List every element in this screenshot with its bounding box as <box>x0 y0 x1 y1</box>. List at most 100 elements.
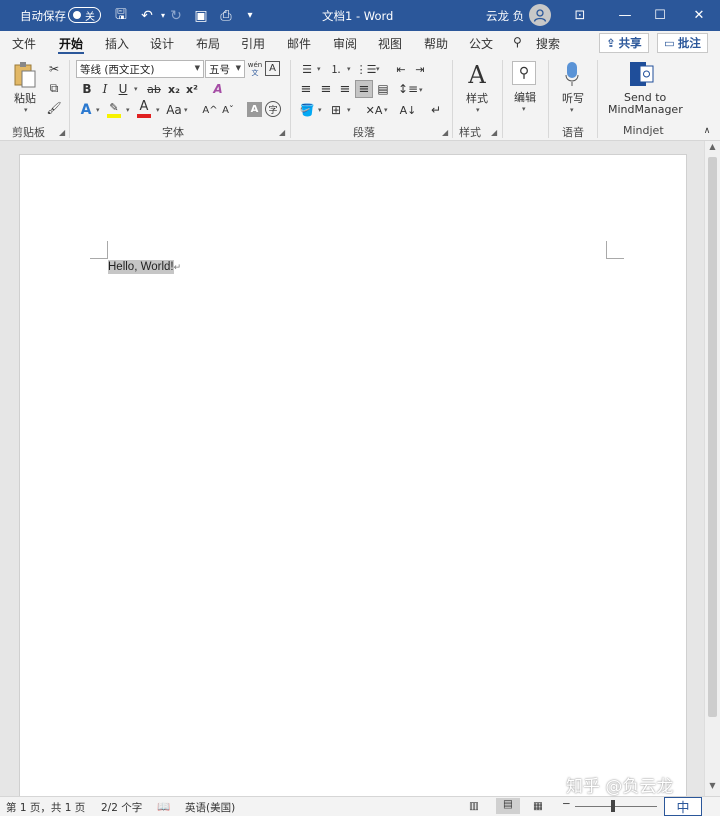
zoom-slider[interactable] <box>575 806 657 807</box>
print-layout-icon[interactable]: ▤ <box>496 798 520 814</box>
styles-dropdown-icon[interactable]: ▾ <box>476 106 480 114</box>
font-size-select[interactable]: 五号 ▼ <box>205 60 245 78</box>
line-spacing-icon[interactable]: ↕≡ <box>398 81 418 97</box>
styles-icon[interactable]: A <box>463 61 491 89</box>
share-button[interactable]: ⇪ 共享 <box>599 33 649 53</box>
grow-font-button[interactable]: A^ <box>202 101 218 119</box>
redo-icon[interactable]: ↻ <box>167 0 185 31</box>
tab-design[interactable]: 设计 <box>150 35 174 52</box>
scrollbar-thumb[interactable] <box>708 157 717 717</box>
align-right-icon[interactable]: ≡ <box>337 81 353 97</box>
highlight-icon[interactable]: ✎ <box>106 99 122 119</box>
highlight-dropdown-icon[interactable]: ▾ <box>126 106 130 114</box>
line-spacing-dropdown-icon[interactable]: ▾ <box>419 86 423 94</box>
search-icon[interactable]: ⚲ <box>513 35 522 49</box>
chinese-layout-dropdown-icon[interactable]: ▾ <box>384 106 388 114</box>
character-border-icon[interactable]: A <box>265 61 280 76</box>
paragraph-launcher-icon[interactable]: ◢ <box>442 128 448 137</box>
ribbon-display-options-icon[interactable]: ⊡ <box>570 0 590 31</box>
change-case-dropdown-icon[interactable]: ▾ <box>184 106 188 114</box>
format-painter-icon[interactable]: 🖌 <box>46 100 62 116</box>
underline-button[interactable]: U <box>116 81 130 97</box>
tab-gongwen[interactable]: 公文 <box>469 35 493 52</box>
bullets-dropdown-icon[interactable]: ▾ <box>317 65 321 73</box>
tab-review[interactable]: 审阅 <box>333 35 357 52</box>
word-count[interactable]: 2/2 个字 <box>101 800 142 815</box>
ime-indicator[interactable]: 中 <box>664 797 702 816</box>
justify-icon[interactable]: ≡ <box>355 80 373 98</box>
tab-insert[interactable]: 插入 <box>105 35 129 52</box>
multilevel-dropdown-icon[interactable]: ▾ <box>376 65 380 73</box>
align-left-icon[interactable]: ≡ <box>298 81 314 97</box>
document-area[interactable]: Hello, World!↵ <box>0 141 704 796</box>
document-page[interactable]: Hello, World!↵ <box>19 154 687 796</box>
read-mode-icon[interactable]: ▥ <box>469 800 479 812</box>
distributed-icon[interactable]: ▤ <box>375 81 391 97</box>
paste-label[interactable]: 粘贴 <box>14 90 36 106</box>
paste-icon[interactable] <box>12 61 38 89</box>
font-color-icon[interactable]: A <box>136 99 152 119</box>
underline-dropdown-icon[interactable]: ▾ <box>134 85 138 93</box>
scroll-down-icon[interactable]: ▼ <box>705 781 720 795</box>
vertical-scrollbar[interactable]: ▲ ▼ <box>704 141 720 796</box>
enclose-characters-icon[interactable]: 字 <box>265 101 281 117</box>
zoom-slider-thumb[interactable] <box>611 800 615 812</box>
paste-dropdown-icon[interactable]: ▾ <box>24 106 28 114</box>
font-color-dropdown-icon[interactable]: ▾ <box>156 106 160 114</box>
shrink-font-button[interactable]: Aˇ <box>220 101 236 119</box>
multilevel-list-icon[interactable]: ⋮☰ <box>356 61 377 77</box>
close-icon[interactable]: ✕ <box>689 0 709 31</box>
microphone-icon[interactable] <box>562 60 582 88</box>
tab-mailings[interactable]: 邮件 <box>287 35 311 52</box>
tab-layout[interactable]: 布局 <box>196 35 220 52</box>
tab-file[interactable]: 文件 <box>12 35 36 52</box>
customize-qat-icon[interactable]: ▾ <box>241 0 259 31</box>
bullets-icon[interactable]: ☰ <box>298 61 316 77</box>
font-name-select[interactable]: 等线 (西文正文) ▼ <box>76 60 204 78</box>
editing-label[interactable]: 编辑 <box>514 89 536 105</box>
scroll-up-icon[interactable]: ▲ <box>705 142 720 156</box>
borders-dropdown-icon[interactable]: ▾ <box>347 106 351 114</box>
search-label[interactable]: 搜索 <box>536 35 560 52</box>
autosave-toggle[interactable]: 关 <box>68 7 101 23</box>
borders-icon[interactable]: ⊞ <box>328 101 344 119</box>
proofing-icon[interactable]: 📖 <box>157 800 170 813</box>
sort-icon[interactable]: A↓ <box>400 100 417 120</box>
web-layout-icon[interactable]: ▦ <box>533 800 543 812</box>
tab-help[interactable]: 帮助 <box>424 35 448 52</box>
mindmanager-icon[interactable] <box>628 61 656 87</box>
clipboard-launcher-icon[interactable]: ◢ <box>59 128 65 137</box>
copy-icon[interactable]: ⧉ <box>46 80 62 96</box>
change-case-button[interactable]: Aa <box>164 101 184 119</box>
font-launcher-icon[interactable]: ◢ <box>279 128 285 137</box>
numbering-dropdown-icon[interactable]: ▾ <box>347 65 351 73</box>
selected-text[interactable]: Hello, World! <box>108 260 174 274</box>
maximize-icon[interactable]: ☐ <box>650 0 670 31</box>
shading-dropdown-icon[interactable]: ▾ <box>318 106 322 114</box>
cut-icon[interactable]: ✂ <box>46 61 62 77</box>
zoom-out-button[interactable]: − <box>562 798 571 810</box>
avatar[interactable] <box>529 4 551 26</box>
language-status[interactable]: 英语(美国) <box>185 800 235 815</box>
touch-mode-icon[interactable]: ⎙ <box>217 0 235 31</box>
italic-button[interactable]: I <box>98 81 112 97</box>
shading-icon[interactable]: 🪣 <box>298 101 316 119</box>
superscript-button[interactable]: x² <box>184 81 200 97</box>
tab-home[interactable]: 开始 <box>59 35 83 52</box>
save-icon[interactable]: 🖫 <box>112 0 130 31</box>
minimize-icon[interactable]: — <box>615 0 635 31</box>
tab-view[interactable]: 视图 <box>378 35 402 52</box>
bold-button[interactable]: B <box>80 81 94 97</box>
editing-dropdown-icon[interactable]: ▾ <box>522 105 526 113</box>
collapse-ribbon-icon[interactable]: ∧ <box>701 125 713 137</box>
styles-label[interactable]: 样式 <box>466 90 488 106</box>
mindmanager-label[interactable]: MindManager <box>608 103 683 116</box>
comments-button[interactable]: ▭ 批注 <box>657 33 708 53</box>
dictate-dropdown-icon[interactable]: ▾ <box>570 106 574 114</box>
show-marks-icon[interactable]: ↵ <box>428 101 444 119</box>
increase-indent-icon[interactable]: ⇥ <box>412 61 428 77</box>
find-icon[interactable]: ⚲ <box>512 61 536 85</box>
numbering-icon[interactable]: ⒈ <box>327 61 345 77</box>
text-effects-icon[interactable]: A <box>78 101 94 119</box>
align-center-icon[interactable]: ≡ <box>318 81 334 97</box>
